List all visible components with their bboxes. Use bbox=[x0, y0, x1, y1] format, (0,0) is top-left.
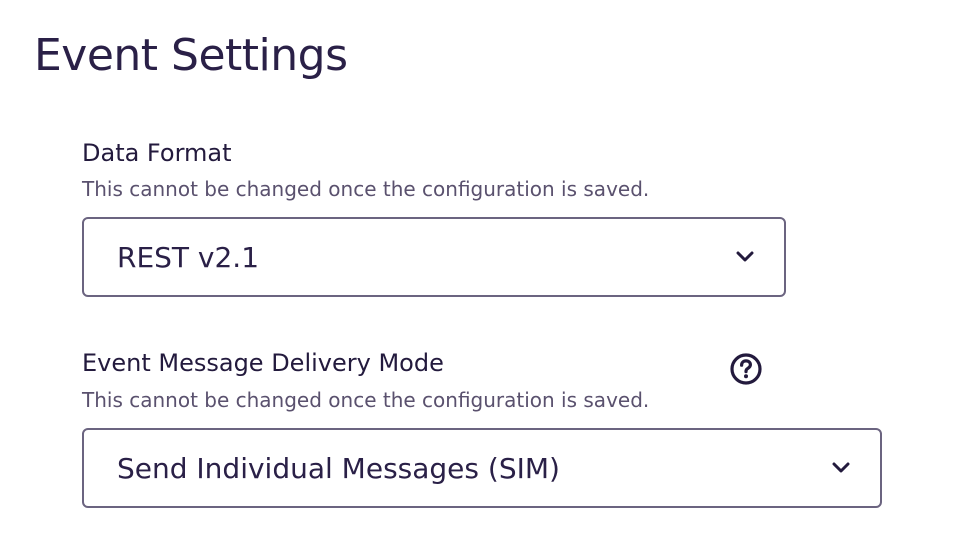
delivery-mode-selected-value: Send Individual Messages (SIM) bbox=[117, 451, 560, 485]
data-format-select[interactable]: REST v2.1 bbox=[82, 217, 786, 297]
delivery-mode-label: Event Message Delivery Mode bbox=[82, 349, 444, 377]
page-title: Event Settings bbox=[34, 30, 348, 81]
question-circle-icon[interactable] bbox=[729, 352, 763, 386]
data-format-help-text: This cannot be changed once the configur… bbox=[82, 177, 650, 201]
chevron-down-icon bbox=[830, 461, 852, 475]
data-format-selected-value: REST v2.1 bbox=[117, 240, 260, 274]
data-format-label: Data Format bbox=[82, 139, 232, 167]
chevron-down-icon bbox=[734, 250, 756, 264]
delivery-mode-help-text: This cannot be changed once the configur… bbox=[82, 388, 650, 412]
delivery-mode-select[interactable]: Send Individual Messages (SIM) bbox=[82, 428, 882, 508]
